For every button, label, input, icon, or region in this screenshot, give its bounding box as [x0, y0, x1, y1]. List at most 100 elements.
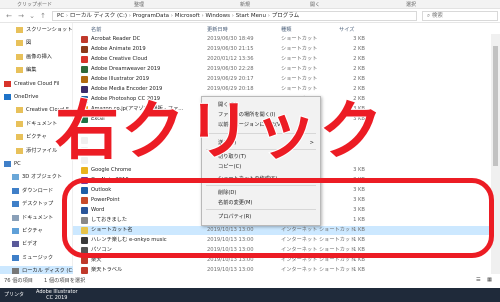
cube-icon — [12, 174, 19, 181]
nav-item-label: ビデオ — [22, 241, 38, 248]
file-icon — [81, 76, 88, 84]
download-icon — [12, 187, 19, 194]
nav-item-label: 画像の挿入 — [26, 53, 52, 60]
details-view-icon[interactable]: ☰ — [476, 277, 481, 283]
file-date: 2019/06/29 20:18 — [207, 86, 254, 93]
highlight-outline — [62, 178, 494, 258]
picture-icon — [12, 228, 19, 234]
ribbon-clipboard-group[interactable]: クリップボード — [17, 1, 52, 8]
column-name[interactable]: 名前 — [91, 26, 101, 33]
music-icon — [12, 254, 19, 261]
nav-item[interactable]: 3D オブジェクト — [0, 172, 73, 182]
folder-icon — [16, 27, 23, 33]
breadcrumb-part[interactable]: Start Menu — [236, 13, 266, 19]
file-name: Adobe Illustrator 2019 — [91, 76, 149, 83]
item-count: 76 個の項目 — [4, 278, 33, 284]
column-size[interactable]: サイズ — [339, 26, 354, 33]
video-icon — [12, 241, 19, 248]
file-icon — [81, 86, 88, 94]
file-size: 2 KB — [353, 46, 365, 53]
taskbar-illustrator-line2: CC 2019 — [46, 295, 68, 301]
address-bar[interactable]: PC › ローカル ディスク (C:) › ProgramData › Micr… — [52, 11, 417, 21]
tiles-view-icon[interactable]: ▦ — [487, 277, 492, 283]
nav-item[interactable]: スクリーンショット — [0, 25, 73, 35]
file-icon — [81, 257, 88, 265]
folder-icon — [16, 67, 23, 74]
file-type: ショートカット — [281, 86, 318, 93]
nav-item-label: OneDrive — [14, 94, 39, 100]
nav-item[interactable]: 画像の挿入 — [0, 52, 73, 62]
nav-item-label: ダウンロード — [22, 187, 54, 194]
folder-icon — [16, 107, 23, 114]
creative-cloud-icon — [4, 80, 11, 87]
file-row[interactable]: Adobe Animate 2019 2019/06/30 21:15 ショートカッ… — [73, 45, 500, 54]
nav-item-label: ピクチャ — [22, 228, 43, 234]
nav-item-label: 添付ファイル — [26, 147, 58, 154]
file-date: 2019/06/30 22:28 — [207, 66, 254, 73]
folder-icon — [16, 120, 23, 127]
file-type: ショートカット — [281, 76, 318, 83]
right-click-annotation: 右クリック — [54, 95, 385, 169]
ribbon-new-group[interactable]: 新規 — [240, 1, 250, 8]
file-icon — [81, 46, 88, 54]
nav-item[interactable]: 編集 — [0, 65, 73, 75]
file-row[interactable]: Adobe Illustrator 2019 2019/06/29 20:17 ショ… — [73, 75, 500, 84]
nav-item[interactable]: ミュージック — [0, 253, 73, 263]
file-row[interactable]: Adobe Media Encoder 2019 2019/06/29 20:18… — [73, 85, 500, 94]
file-name: Acrobat Reader DC — [91, 36, 141, 42]
column-date[interactable]: 更新日時 — [207, 26, 228, 33]
forward-arrow-icon[interactable]: → — [16, 11, 26, 21]
back-arrow-icon[interactable]: ← — [4, 11, 14, 21]
file-type: ショートカット — [281, 56, 318, 63]
search-input[interactable]: ⌕ 検索 — [422, 11, 498, 21]
status-bar: 76 個の項目 1 個の項目を選択 ☰ ▦ — [0, 274, 500, 288]
breadcrumb-part[interactable]: Microsoft — [175, 13, 200, 19]
nav-item-label: スクリーンショット — [26, 27, 73, 33]
file-name: Adobe Creative Cloud — [91, 56, 148, 63]
file-size: 2 KB — [353, 76, 365, 83]
file-row[interactable]: Adobe Creative Cloud 2020/01/12 13:36 ショート… — [73, 55, 500, 64]
taskbar-illustrator[interactable]: Adobe Illustrator CC 2019 — [36, 289, 78, 301]
breadcrumb-part[interactable]: ローカル ディスク (C:) — [70, 13, 127, 19]
file-size: 2 KB — [353, 56, 365, 63]
up-arrow-icon[interactable]: ↑ — [38, 11, 48, 21]
breadcrumb-part[interactable]: Windows — [205, 13, 230, 19]
nav-item-label: 図 — [26, 40, 32, 47]
file-row[interactable]: Adobe Dreamweaver 2019 2019/06/30 22:28 ショ… — [73, 65, 500, 74]
nav-item-label: 3D オブジェクト — [22, 174, 63, 181]
folder-icon — [16, 53, 23, 60]
nav-item[interactable]: Creative Cloud Fil — [0, 79, 73, 89]
taskbar-printer[interactable]: プリンタ — [4, 292, 24, 298]
file-date: 2020/01/12 13:36 — [207, 56, 254, 63]
nav-item-label: デスクトップ — [22, 201, 54, 208]
file-row[interactable]: Acrobat Reader DC 2019/06/30 18:49 ショートカット… — [73, 35, 500, 44]
nav-item[interactable]: 図 — [0, 38, 73, 48]
column-header: 名前 更新日時 種類 サイズ — [73, 25, 500, 34]
address-row: ← → ⌄ ↑ PC › ローカル ディスク (C:) › ProgramDat… — [0, 9, 500, 23]
file-date: 2019/06/29 20:17 — [207, 76, 254, 83]
nav-item-label: ピクチャ — [26, 134, 47, 141]
file-icon — [81, 36, 88, 43]
file-size: 3 KB — [353, 36, 365, 42]
folder-icon — [16, 147, 23, 154]
file-date: 2019/06/30 21:15 — [207, 46, 254, 53]
breadcrumb-part[interactable]: プログラム — [272, 13, 299, 19]
ribbon-select-group[interactable]: 選択 — [406, 1, 416, 8]
selected-count: 1 個の項目を選択 — [44, 278, 86, 284]
desktop-icon — [12, 201, 19, 208]
ribbon-organize-group[interactable]: 整理 — [134, 1, 144, 8]
scrollbar-thumb[interactable] — [493, 46, 498, 166]
nav-item-label: ミュージック — [22, 254, 54, 261]
ribbon: クリップボード 整理 新規 開く 選択 — [0, 0, 500, 9]
file-date: 2019/06/30 18:49 — [207, 36, 254, 42]
chevron-down-icon[interactable]: ⌄ — [27, 11, 37, 21]
column-type[interactable]: 種類 — [281, 26, 291, 33]
document-icon — [12, 214, 19, 221]
nav-item-label: ドキュメント — [22, 214, 54, 221]
search-placeholder: 検索 — [431, 13, 443, 19]
file-icon — [81, 66, 88, 74]
onedrive-icon — [4, 94, 11, 100]
ribbon-open-group[interactable]: 開く — [310, 1, 320, 8]
breadcrumb-part[interactable]: ProgramData — [133, 13, 169, 19]
nav-item-label: Creative Cloud Fil — [14, 80, 60, 87]
